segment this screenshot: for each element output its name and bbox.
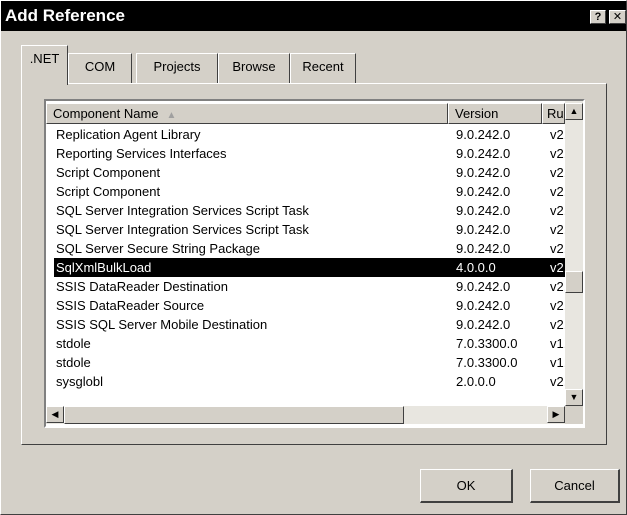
list-item[interactable]: Script Component9.0.242.0v2.0.	[54, 163, 583, 182]
list-item[interactable]: stdole7.0.3300.0v1.0.	[54, 353, 583, 372]
column-header-component-name[interactable]: Component Name ▲	[46, 103, 448, 124]
component-list[interactable]: Component Name ▲ Version Runti Replicatio…	[44, 99, 585, 428]
scroll-corner	[565, 406, 583, 424]
horizontal-scrollbar[interactable]: ◀ ▶	[46, 406, 583, 424]
column-header-label: Component Name	[53, 106, 159, 121]
list-item[interactable]: Replication Agent Library9.0.242.0v2.0.	[54, 125, 583, 144]
list-item[interactable]: SQL Server Integration Services Script T…	[54, 220, 583, 239]
scroll-right-button[interactable]: ▶	[547, 406, 565, 423]
column-header-version[interactable]: Version	[448, 103, 542, 124]
tab-projects[interactable]: Projects	[136, 53, 218, 83]
list-item[interactable]: SQL Server Integration Services Script T…	[54, 201, 583, 220]
list-item[interactable]: stdole7.0.3300.0v1.0.	[54, 334, 583, 353]
scroll-down-button[interactable]: ▼	[565, 389, 583, 406]
list-item[interactable]: sysglobl2.0.0.0v2.0.	[54, 372, 583, 391]
list-item[interactable]: SSIS SQL Server Mobile Destination 9.0.24…	[54, 315, 583, 334]
tab-browse[interactable]: Browse	[218, 53, 290, 83]
list-item[interactable]: SSIS DataReader Source9.0.242.0v2.0.	[54, 296, 583, 315]
close-button[interactable]: ✕	[609, 10, 626, 24]
list-item[interactable]: Reporting Services Interfaces9.0.242.0v2…	[54, 144, 583, 163]
ok-button[interactable]: OK	[420, 469, 513, 503]
list-item[interactable]: SQL Server Secure String Package 9.0.242.…	[54, 239, 583, 258]
vertical-scroll-thumb[interactable]	[565, 271, 583, 293]
horizontal-scroll-thumb[interactable]	[64, 406, 404, 424]
add-reference-dialog: Add Reference ? ✕ .NET COM Projects Brow…	[0, 0, 627, 515]
cancel-button[interactable]: Cancel	[530, 469, 620, 503]
window-title: Add Reference	[5, 6, 125, 25]
list-item-selected[interactable]: SqlXmlBulkLoad4.0.0.0v2.0.	[54, 258, 583, 277]
tab-net[interactable]: .NET	[21, 45, 68, 85]
column-header-runtime[interactable]: Runti	[542, 103, 565, 124]
scroll-left-button[interactable]: ◀	[46, 406, 64, 423]
scroll-up-button[interactable]: ▲	[565, 103, 583, 120]
title-bar[interactable]: Add Reference ? ✕	[1, 1, 626, 31]
tab-recent[interactable]: Recent	[290, 53, 356, 83]
sort-ascending-icon: ▲	[166, 110, 177, 121]
list-item[interactable]: SSIS DataReader Destination9.0.242.0v2.0…	[54, 277, 583, 296]
vertical-scrollbar[interactable]: ▲ ▼	[565, 101, 583, 406]
list-item[interactable]: Script Component9.0.242.0v2.0.	[54, 182, 583, 201]
tab-com[interactable]: COM	[68, 53, 132, 83]
help-button[interactable]: ?	[590, 10, 606, 24]
